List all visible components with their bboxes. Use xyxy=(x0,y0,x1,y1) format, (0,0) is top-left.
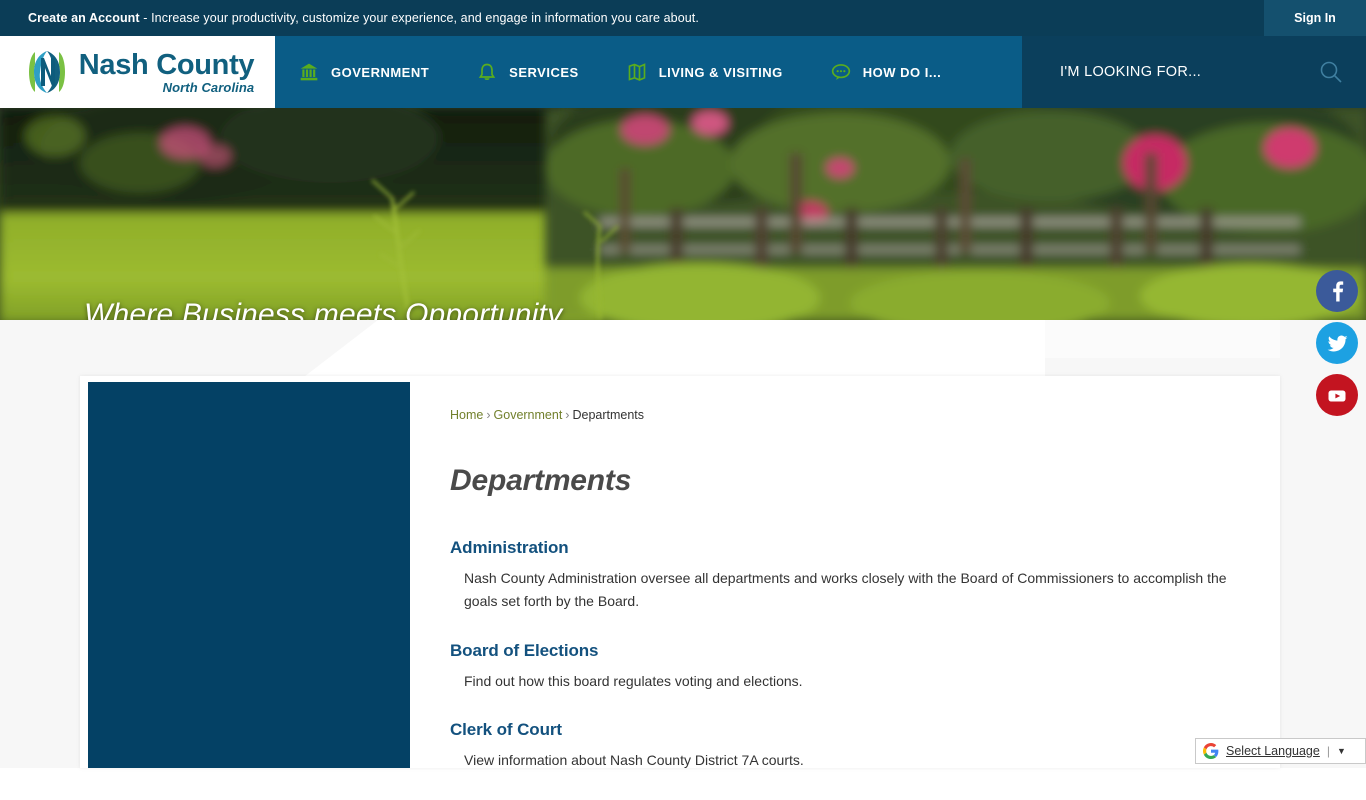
bank-icon xyxy=(299,62,319,82)
breadcrumb-separator-2: › xyxy=(565,408,569,422)
create-account-description: - Increase your productivity, customize … xyxy=(140,11,699,25)
youtube-icon xyxy=(1325,383,1349,407)
breadcrumb-government[interactable]: Government xyxy=(494,408,563,422)
department-link-administration[interactable]: Administration xyxy=(450,538,1250,558)
create-account-link[interactable]: Create an Account xyxy=(28,11,140,25)
department-description: Find out how this board regulates voting… xyxy=(464,670,1239,693)
translate-divider: | xyxy=(1327,744,1330,758)
search-icon[interactable] xyxy=(1318,59,1344,85)
google-translate-widget[interactable]: Select Language | ▼ xyxy=(1195,738,1366,764)
breadcrumb-home[interactable]: Home xyxy=(450,408,483,422)
sign-in-button[interactable]: Sign In xyxy=(1264,0,1366,36)
bell-icon xyxy=(477,62,497,82)
department-item: Board of Elections Find out how this boa… xyxy=(450,641,1250,693)
twitter-icon xyxy=(1326,332,1349,355)
youtube-button[interactable] xyxy=(1316,374,1358,416)
decorative-angle-shape xyxy=(300,320,1045,380)
hero-banner: Where Business meets Opportunity xyxy=(0,108,1366,320)
department-description: Nash County Administration oversee all d… xyxy=(464,567,1239,613)
nav-label-government: GOVERNMENT xyxy=(331,65,429,80)
site-logo[interactable]: Nash County North Carolina xyxy=(0,36,275,108)
chevron-down-icon[interactable]: ▼ xyxy=(1337,746,1346,756)
nav-label-how-do-i: HOW DO I... xyxy=(863,65,941,80)
primary-nav-items: GOVERNMENT SERVICES LIVING & VISITING xyxy=(275,36,965,108)
speech-bubble-icon xyxy=(831,62,851,82)
sidebar-panel[interactable] xyxy=(88,382,410,768)
create-account-message[interactable]: Create an Account - Increase your produc… xyxy=(28,11,699,25)
department-item: Clerk of Court View information about Na… xyxy=(450,720,1250,772)
logo-state-name: North Carolina xyxy=(79,81,255,94)
facebook-icon xyxy=(1326,280,1348,302)
breadcrumb-current: Departments xyxy=(572,408,644,422)
nash-county-n-logo-icon xyxy=(21,46,73,98)
department-item: Administration Nash County Administratio… xyxy=(450,538,1250,613)
hero-background-photo xyxy=(0,108,1366,320)
im-looking-for-label: I'M LOOKING FOR... xyxy=(1060,64,1201,80)
nav-item-how-do-i[interactable]: HOW DO I... xyxy=(807,36,965,108)
top-utility-bar: Create an Account - Increase your produc… xyxy=(0,0,1366,36)
logo-county-name: Nash County xyxy=(79,51,255,80)
select-language-label: Select Language xyxy=(1226,744,1320,758)
department-description: View information about Nash County Distr… xyxy=(464,749,1239,772)
nav-item-government[interactable]: GOVERNMENT xyxy=(275,36,453,108)
department-link-board-of-elections[interactable]: Board of Elections xyxy=(450,641,1250,661)
nav-label-living-visiting: LIVING & VISITING xyxy=(659,65,783,80)
facebook-button[interactable] xyxy=(1316,270,1358,312)
main-content-column: Home›Government›Departments Departments … xyxy=(450,408,1250,800)
decorative-angle-shape-secondary xyxy=(1045,320,1280,358)
hero-tagline: Where Business meets Opportunity xyxy=(84,298,562,320)
breadcrumb: Home›Government›Departments xyxy=(450,408,1250,422)
main-navigation-bar: Nash County North Carolina GOVERNMENT SE… xyxy=(0,36,1366,108)
departments-list: Administration Nash County Administratio… xyxy=(450,538,1250,772)
im-looking-for-section[interactable]: I'M LOOKING FOR... xyxy=(1022,36,1366,108)
twitter-button[interactable] xyxy=(1316,322,1358,364)
breadcrumb-separator-1: › xyxy=(486,408,490,422)
social-media-rail xyxy=(1316,270,1358,416)
nav-item-living-visiting[interactable]: LIVING & VISITING xyxy=(603,36,807,108)
google-g-icon xyxy=(1203,743,1219,759)
map-icon xyxy=(627,62,647,82)
department-link-clerk-of-court[interactable]: Clerk of Court xyxy=(450,720,1250,740)
nav-label-services: SERVICES xyxy=(509,65,579,80)
page-title: Departments xyxy=(450,464,1250,498)
nav-item-services[interactable]: SERVICES xyxy=(453,36,603,108)
